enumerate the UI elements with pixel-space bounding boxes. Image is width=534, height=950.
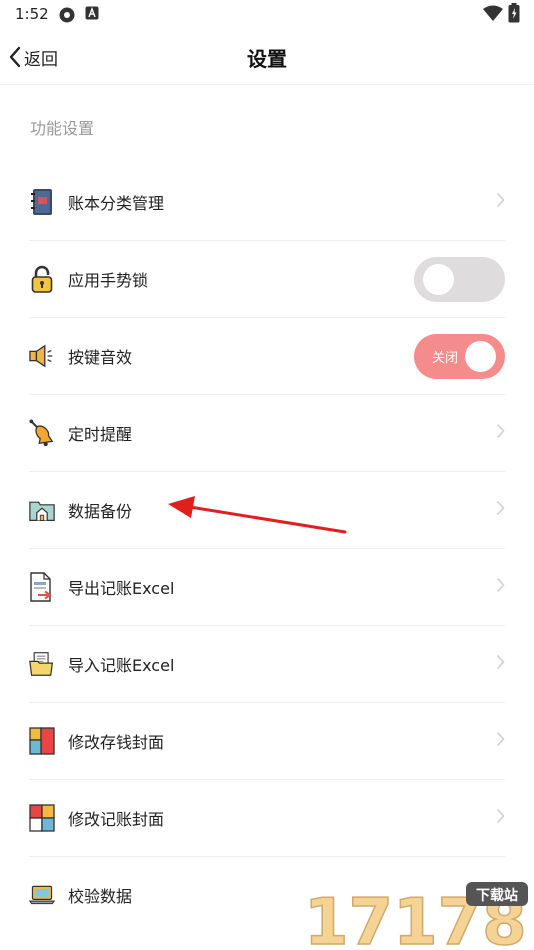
chevron-right-icon — [496, 577, 505, 593]
wifi-icon — [483, 5, 503, 21]
chevron-right-icon — [496, 423, 505, 439]
settings-item-key-sound: 按键音效 关闭 — [29, 318, 505, 395]
svg-text:下载站: 下载站 — [476, 887, 518, 904]
settings-item-label: 修改存钱封面 — [68, 733, 165, 752]
toggle-knob — [465, 341, 496, 372]
a-notification-icon — [85, 6, 99, 20]
settings-item-label: 应用手势锁 — [68, 271, 149, 290]
settings-item-label: 定时提醒 — [68, 425, 133, 444]
settings-item-label: 导出记账Excel — [68, 579, 175, 598]
settings-item-savings-cover[interactable]: 修改存钱封面 — [29, 703, 505, 780]
notebook-icon — [29, 187, 55, 217]
settings-item-bookkeeping-cover[interactable]: 修改记账封面 — [29, 780, 505, 857]
settings-item-label: 导入记账Excel — [68, 656, 175, 675]
export-document-icon — [29, 572, 55, 602]
settings-item-category-management[interactable]: 账本分类管理 — [29, 164, 505, 241]
chevron-right-icon — [496, 192, 505, 208]
folder-home-icon — [29, 495, 55, 525]
settings-item-data-backup[interactable]: 数据备份 — [29, 472, 505, 549]
padlock-icon — [29, 264, 55, 294]
toggle-text: 关闭 — [432, 351, 459, 366]
gesture-lock-toggle[interactable] — [414, 257, 505, 302]
settings-item-label: 数据备份 — [68, 502, 133, 521]
chevron-right-icon — [496, 654, 505, 670]
settings-item-label: 按键音效 — [68, 348, 133, 367]
settings-item-label: 校验数据 — [68, 887, 133, 906]
chevron-right-icon — [496, 500, 505, 516]
laptop-icon — [29, 880, 55, 910]
speaker-icon — [29, 341, 55, 371]
battery-icon — [508, 3, 520, 23]
chevron-right-icon — [496, 731, 505, 747]
settings-item-label: 修改记账封面 — [68, 810, 165, 829]
toggle-knob — [423, 264, 454, 295]
settings-item-scheduled-reminder[interactable]: 定时提醒 — [29, 395, 505, 472]
status-bar: 1:52 — [0, 0, 534, 30]
app-notification-icon — [59, 7, 75, 23]
section-title: 功能设置 — [30, 119, 95, 138]
page-title: 设置 — [247, 47, 287, 71]
settings-item-gesture-lock: 应用手势锁 — [29, 241, 505, 318]
watermark-logo: 17178 下载站 — [303, 882, 528, 950]
settings-item-export-excel[interactable]: 导出记账Excel — [29, 549, 505, 626]
cover-grid-alt-icon — [29, 803, 55, 833]
status-time: 1:52 — [15, 5, 49, 23]
chevron-right-icon — [496, 808, 505, 824]
cover-grid-icon — [29, 726, 55, 756]
import-folder-icon — [29, 649, 55, 679]
bell-icon — [29, 418, 55, 448]
settings-item-label: 账本分类管理 — [68, 194, 165, 213]
settings-item-import-excel[interactable]: 导入记账Excel — [29, 626, 505, 703]
settings-list: 账本分类管理 应用手势锁 按键音效 关闭 定时提醒 数据备份 导出记账Excel… — [0, 164, 534, 933]
navigation-bar: 返回 设置 — [0, 30, 534, 85]
key-sound-toggle[interactable]: 关闭 — [414, 334, 505, 379]
